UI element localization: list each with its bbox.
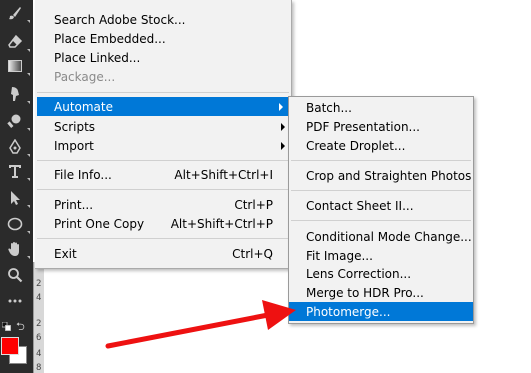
menu-item-photomerge[interactable]: Photomerge...: [289, 302, 473, 321]
menu-item-scripts[interactable]: Scripts: [35, 117, 291, 136]
menu-item-label: Automate: [54, 99, 113, 114]
menu-separator: [37, 92, 289, 93]
ruler-number: 6: [36, 333, 42, 343]
menu-item-label: Package...: [54, 69, 116, 84]
menu-item-label: Print...: [54, 197, 94, 212]
menu-separator: [37, 160, 289, 161]
submenu-arrow-icon: [281, 141, 285, 150]
menu-item-label: Merge to HDR Pro...: [306, 285, 424, 300]
menu-item-shortcut: Ctrl+P: [234, 197, 273, 212]
tools-panel: ⮌: [0, 0, 33, 373]
smudge-icon[interactable]: [2, 83, 30, 105]
menu-separator: [291, 220, 471, 221]
menu-item-lens-correction[interactable]: Lens Correction...: [289, 264, 473, 283]
vertical-ruler: 2 4 2 6 4 8: [33, 262, 44, 373]
menu-item-label: Place Embedded...: [54, 31, 166, 46]
menu-item-label: Create Droplet...: [306, 138, 406, 153]
hand-icon[interactable]: [2, 238, 30, 260]
menu-item-print[interactable]: Print... Ctrl+P: [35, 195, 291, 214]
menu-item-label: File Info...: [54, 167, 112, 182]
menu-separator: [37, 238, 289, 239]
menu-item-place-linked[interactable]: Place Linked...: [35, 48, 291, 67]
file-menu: Search Adobe Stock... Place Embedded... …: [35, 0, 292, 269]
type-icon[interactable]: [2, 160, 30, 182]
menu-item-label: Conditional Mode Change...: [306, 229, 472, 244]
menu-item-label: Scripts: [54, 119, 96, 134]
more-tools-icon[interactable]: [2, 290, 28, 312]
menu-item-label: Print One Copy: [54, 216, 145, 231]
menu-item-package: Package...: [35, 67, 291, 86]
menu-item-label: Photomerge...: [306, 304, 391, 319]
swap-colors-icon[interactable]: ⮌: [16, 318, 25, 337]
eraser-icon[interactable]: [2, 31, 30, 53]
ellipse-icon[interactable]: [2, 213, 30, 235]
menu-item-contact-sheet-ii[interactable]: Contact Sheet II...: [289, 196, 473, 215]
menu-item-label: Fit Image...: [306, 248, 373, 263]
menu-item-label: PDF Presentation...: [306, 119, 420, 134]
menu-item-import[interactable]: Import: [35, 136, 291, 155]
menu-item-label: Exit: [54, 246, 77, 261]
menu-item-shortcut: Alt+Shift+Ctrl+I: [174, 167, 273, 182]
menu-item-label: Lens Correction...: [306, 266, 412, 281]
ruler-number: 2: [36, 319, 42, 329]
ruler-number: 2: [36, 279, 42, 289]
ruler-number: 4: [36, 293, 42, 303]
menu-item-pdf-presentation[interactable]: PDF Presentation...: [289, 117, 473, 136]
zoom-icon[interactable]: [2, 264, 28, 286]
menu-item-place-embedded[interactable]: Place Embedded...: [35, 29, 291, 48]
ruler-number: 8: [36, 363, 42, 373]
menu-item-batch[interactable]: Batch...: [289, 98, 473, 117]
default-colors-icon[interactable]: [1, 320, 11, 331]
menu-item-print-one-copy[interactable]: Print One Copy Alt+Shift+Ctrl+P: [35, 214, 291, 233]
menu-item-exit[interactable]: Exit Ctrl+Q: [35, 244, 291, 263]
menu-item-shortcut: Alt+Shift+Ctrl+P: [170, 216, 273, 231]
menu-item-merge-to-hdr-pro[interactable]: Merge to HDR Pro...: [289, 283, 473, 302]
menu-item-label: Contact Sheet II...: [306, 198, 414, 213]
submenu-arrow-icon: [281, 122, 285, 131]
automate-submenu: Batch... PDF Presentation... Create Drop…: [288, 96, 474, 324]
menu-item-label: Batch...: [306, 100, 352, 115]
menu-item-crop-and-straighten-photos[interactable]: Crop and Straighten Photos: [289, 166, 473, 185]
menu-separator: [291, 160, 471, 161]
menu-separator: [37, 189, 289, 190]
menu-item-shortcut: Ctrl+Q: [232, 246, 273, 261]
dodge-icon[interactable]: [2, 110, 30, 132]
menu-item-conditional-mode-change[interactable]: Conditional Mode Change...: [289, 227, 473, 246]
gradient-icon[interactable]: [2, 55, 30, 77]
menu-separator: [291, 190, 471, 191]
foreground-color-swatch[interactable]: [1, 337, 19, 355]
path-selection-icon[interactable]: [2, 187, 30, 209]
menu-item-file-info[interactable]: File Info... Alt+Shift+Ctrl+I: [35, 165, 291, 184]
menu-item-label: Place Linked...: [54, 50, 141, 65]
menu-item-label: Search Adobe Stock...: [54, 12, 186, 27]
menu-item-label: Crop and Straighten Photos: [306, 168, 472, 183]
menu-item-label: Import: [54, 138, 94, 153]
brush-icon[interactable]: [2, 2, 30, 24]
ruler-number: 4: [36, 349, 42, 359]
menu-item-search-adobe-stock[interactable]: Search Adobe Stock...: [35, 10, 291, 29]
pen-icon[interactable]: [2, 136, 30, 158]
submenu-arrow-icon: [279, 102, 283, 111]
menu-item-automate[interactable]: Automate: [37, 97, 289, 116]
menu-item-create-droplet[interactable]: Create Droplet...: [289, 136, 473, 155]
menu-item-fit-image[interactable]: Fit Image...: [289, 246, 473, 265]
